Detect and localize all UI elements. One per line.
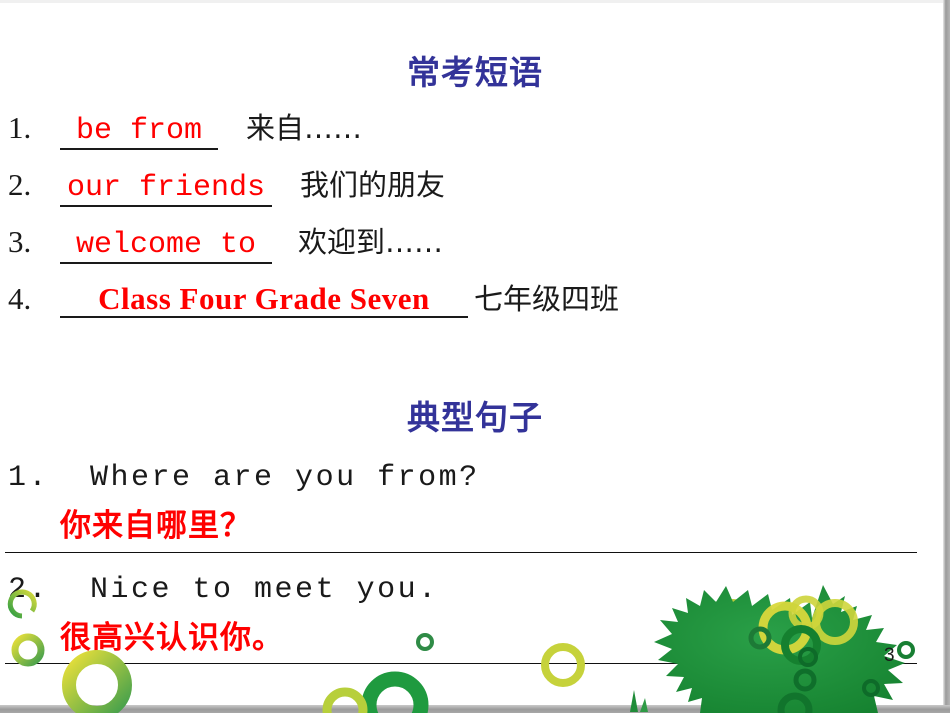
phrase-number: 2.	[8, 167, 32, 202]
sentence-number: 1.	[8, 461, 50, 495]
separator-rule	[5, 663, 917, 664]
phrase-translation: 来自……	[246, 111, 363, 145]
sentence-number: 2.	[8, 573, 50, 607]
page-frame-bottom	[0, 705, 950, 713]
phrase-answer-blank: be from	[60, 116, 218, 150]
phrase-translation: 我们的朋友	[300, 168, 446, 202]
phrase-answer-blank: Class Four Grade Seven	[60, 283, 468, 318]
page-number: 3	[884, 645, 895, 666]
sentence-chinese: 很高兴认识你。	[60, 620, 284, 656]
phrase-row: 4. Class Four Grade Seven 七年级四班	[8, 283, 619, 318]
page-frame-top	[0, 0, 950, 3]
phrase-row: 1. be from 来自……	[8, 112, 362, 150]
phrase-answer-blank: welcome to	[60, 230, 272, 264]
phrase-answer-blank: our friends	[60, 173, 272, 207]
sentence-block: 2. Nice to meet you. 很高兴认识你。	[8, 575, 439, 654]
section-title-sentences: 典型句子	[407, 399, 543, 436]
sentence-english: 2. Nice to meet you.	[8, 575, 439, 605]
phrase-translation: 七年级四班	[474, 282, 620, 316]
slide-canvas: 常考短语 1. be from 来自…… 2. our friends 我们的朋友 3.…	[0, 0, 950, 713]
sentence-english-text: Where are you from?	[90, 461, 480, 495]
separator-rule	[5, 552, 917, 553]
sentence-chinese: 你来自哪里？	[60, 508, 252, 544]
phrase-row: 2. our friends 我们的朋友	[8, 169, 445, 207]
phrase-number: 4.	[8, 281, 32, 316]
sentence-block: 1. Where are you from? 你来自哪里？	[8, 463, 480, 542]
section-title-phrases: 常考短语	[407, 54, 543, 91]
sentence-english-text: Nice to meet you.	[90, 573, 439, 607]
phrase-row: 3. welcome to 欢迎到……	[8, 226, 443, 264]
page-frame-right	[943, 0, 950, 713]
phrase-number: 1.	[8, 110, 32, 145]
phrase-translation: 欢迎到……	[298, 225, 444, 259]
phrase-number: 3.	[8, 224, 32, 259]
sentence-english: 1. Where are you from?	[8, 463, 480, 493]
